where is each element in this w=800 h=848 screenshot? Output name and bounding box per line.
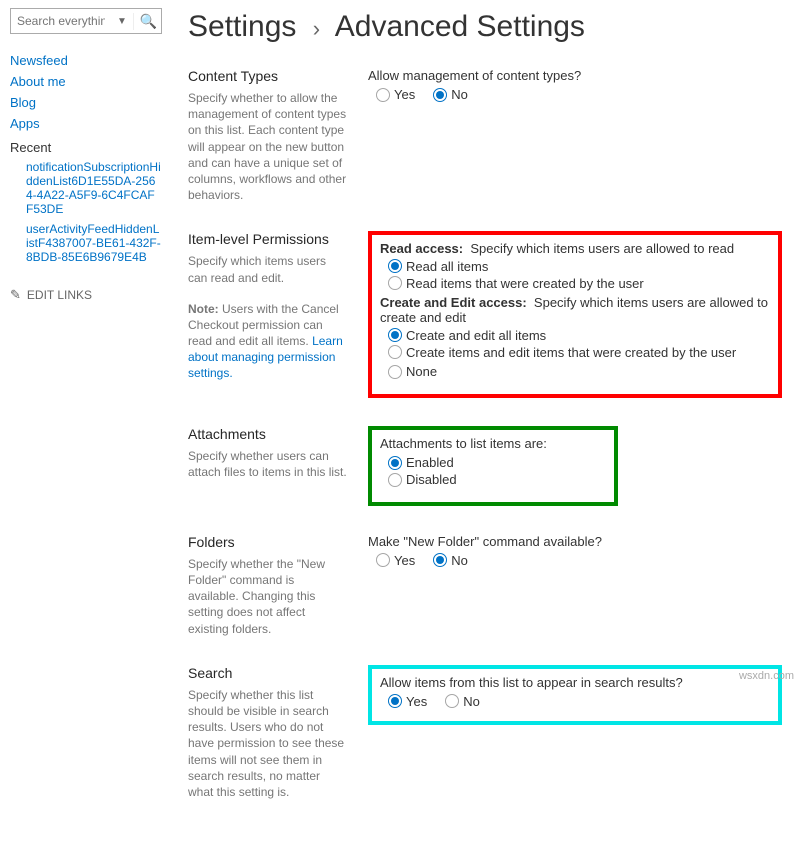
chevron-down-icon[interactable]: ▼ xyxy=(111,16,133,27)
content-types-yes-radio[interactable]: Yes xyxy=(376,87,415,102)
content-types-question: Allow management of content types? xyxy=(368,68,782,83)
attachments-highlight-box: Attachments to list items are: Enabled D… xyxy=(368,426,618,506)
search-yes-radio[interactable]: Yes xyxy=(388,694,427,709)
section-note: Note: Users with the Cancel Checkout per… xyxy=(188,301,348,382)
edit-access-label: Create and Edit access: xyxy=(380,295,527,310)
read-own-radio[interactable]: Read items that were created by the user xyxy=(388,276,644,291)
section-description: Specify whether this list should be visi… xyxy=(188,687,348,800)
section-folders: Folders Specify whether the "New Folder"… xyxy=(188,534,782,637)
folders-question: Make "New Folder" command available? xyxy=(368,534,782,549)
folders-yes-radio[interactable]: Yes xyxy=(376,553,415,568)
attachments-disabled-radio[interactable]: Disabled xyxy=(388,472,457,487)
attachments-enabled-radio[interactable]: Enabled xyxy=(388,455,454,470)
nav-recent-item[interactable]: userActivityFeedHiddenListF4387007-BE61-… xyxy=(10,219,162,267)
section-description: Specify whether users can attach files t… xyxy=(188,448,348,480)
section-description: Specify whether the "New Folder" command… xyxy=(188,556,348,637)
content-types-no-radio[interactable]: No xyxy=(433,87,468,102)
edit-own-radio[interactable]: Create items and edit items that were cr… xyxy=(388,345,736,360)
nav-about-me[interactable]: About me xyxy=(10,71,162,92)
read-access-label: Read access: xyxy=(380,241,463,256)
section-heading: Folders xyxy=(188,534,348,550)
section-heading: Search xyxy=(188,665,348,681)
nav-newsfeed[interactable]: Newsfeed xyxy=(10,50,162,71)
search-icon[interactable]: 🔍 xyxy=(133,13,163,30)
nav-blog[interactable]: Blog xyxy=(10,92,162,113)
nav-recent-item[interactable]: notificationSubscriptionHiddenList6D1E55… xyxy=(10,157,162,219)
edit-all-radio[interactable]: Create and edit all items xyxy=(388,328,546,343)
watermark: wsxdn.com xyxy=(739,670,794,682)
edit-links-button[interactable]: ✎ EDIT LINKS xyxy=(10,287,162,303)
section-search: Search Specify whether this list should … xyxy=(188,665,782,800)
section-heading: Item-level Permissions xyxy=(188,231,348,247)
section-description: Specify which items users can read and e… xyxy=(188,253,348,285)
sidebar: ▼ 🔍 Newsfeed About me Blog Apps Recent n… xyxy=(0,0,170,848)
permissions-highlight-box: Read access: Specify which items users a… xyxy=(368,231,782,398)
section-description: Specify whether to allow the management … xyxy=(188,90,348,203)
edit-links-label: EDIT LINKS xyxy=(27,288,92,302)
breadcrumb-separator-icon: › xyxy=(305,16,328,41)
search-box[interactable]: ▼ 🔍 xyxy=(10,8,162,34)
quick-launch-nav: Newsfeed About me Blog Apps Recent notif… xyxy=(10,50,162,267)
search-highlight-box: Allow items from this list to appear in … xyxy=(368,665,782,725)
section-attachments: Attachments Specify whether users can at… xyxy=(188,426,782,506)
nav-recent-header: Recent xyxy=(10,134,162,157)
nav-apps[interactable]: Apps xyxy=(10,113,162,134)
breadcrumb: Settings › Advanced Settings xyxy=(188,10,782,44)
pencil-icon: ✎ xyxy=(10,287,21,303)
section-content-types: Content Types Specify whether to allow t… xyxy=(188,68,782,203)
section-heading: Content Types xyxy=(188,68,348,84)
edit-none-radio[interactable]: None xyxy=(388,364,437,379)
attachments-question: Attachments to list items are: xyxy=(380,436,606,451)
breadcrumb-root[interactable]: Settings xyxy=(188,10,296,43)
read-all-radio[interactable]: Read all items xyxy=(388,259,488,274)
folders-no-radio[interactable]: No xyxy=(433,553,468,568)
page-title: Advanced Settings xyxy=(335,10,585,43)
main-content: Settings › Advanced Settings Content Typ… xyxy=(170,0,800,848)
section-heading: Attachments xyxy=(188,426,348,442)
section-permissions: Item-level Permissions Specify which ite… xyxy=(188,231,782,398)
search-no-radio[interactable]: No xyxy=(445,694,480,709)
search-input[interactable] xyxy=(11,14,111,28)
